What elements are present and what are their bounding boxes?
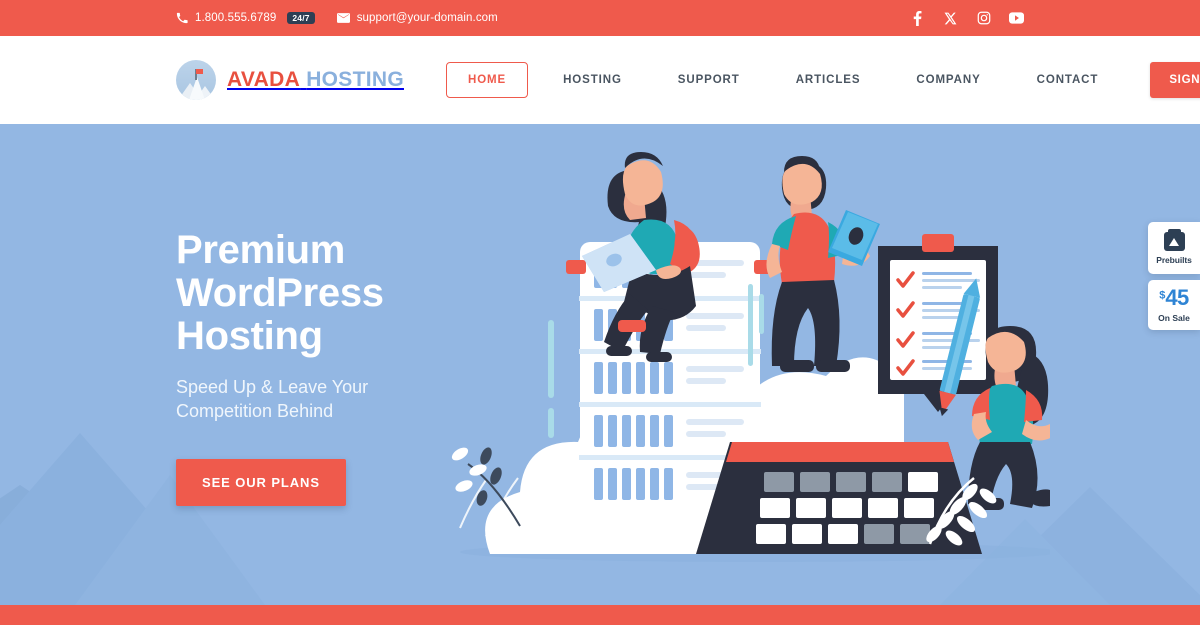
email-address: support@your-domain.com	[356, 12, 498, 24]
on-sale-label: On Sale	[1158, 313, 1190, 323]
calendar-block	[696, 442, 982, 554]
prebuilts-label: Prebuilts	[1156, 255, 1192, 265]
see-our-plans-button[interactable]: SEE OUR PLANS	[176, 459, 346, 506]
hero-heading-line-1: Premium	[176, 228, 346, 272]
nav-item-home[interactable]: HOME	[445, 62, 529, 98]
instagram-icon[interactable]	[976, 11, 991, 26]
hero-subheading: Speed Up & Leave Your Competition Behind	[176, 375, 536, 423]
phone-availability-badge: 24/7	[287, 11, 315, 25]
hero-copy: Premium WordPress Hosting Speed Up & Lea…	[176, 229, 536, 506]
logo-wordmark: AVADA HOSTING	[227, 68, 404, 92]
logo-word-hosting: HOSTING	[306, 68, 404, 91]
social-links	[910, 10, 1024, 26]
prebuilts-bag-icon	[1163, 229, 1185, 251]
top-contact-bar: 1.800.555.6789 24/7 support@your-domain.…	[0, 0, 1200, 36]
nav-item-support[interactable]: SUPPORT	[650, 74, 768, 86]
phone-number: 1.800.555.6789	[195, 12, 277, 24]
sale-price: $45	[1159, 287, 1189, 309]
top-contact-group: 1.800.555.6789 24/7 support@your-domain.…	[176, 11, 498, 25]
hero-heading-line-2: WordPress	[176, 271, 384, 315]
phone-contact[interactable]: 1.800.555.6789 24/7	[176, 11, 315, 25]
man-with-tablet	[766, 156, 880, 372]
prebuilts-widget[interactable]: Prebuilts	[1148, 222, 1200, 274]
page-root: 1.800.555.6789 24/7 support@your-domain.…	[0, 0, 1200, 625]
nav-item-articles[interactable]: ARTICLES	[768, 74, 889, 86]
site-logo[interactable]: AVADA HOSTING	[176, 60, 404, 100]
envelope-icon	[336, 13, 350, 23]
sign-up-button[interactable]: SIGN UP!	[1150, 62, 1200, 98]
nav-item-contact[interactable]: CONTACT	[1009, 74, 1127, 86]
floating-widgets: Prebuilts $45 On Sale	[1148, 222, 1200, 330]
price-amount: 45	[1165, 285, 1189, 310]
clipboard-checklist	[878, 234, 998, 412]
facebook-icon[interactable]	[910, 10, 925, 26]
logo-mountain-globe-icon	[176, 60, 216, 100]
logo-word-avada: AVADA	[227, 68, 301, 91]
hero-subheading-line-1: Speed Up & Leave Your	[176, 377, 369, 397]
phone-icon	[176, 12, 188, 24]
nav-item-company[interactable]: COMPANY	[888, 74, 1008, 86]
youtube-icon[interactable]	[1009, 11, 1024, 26]
hero-subheading-line-2: Competition Behind	[176, 401, 334, 421]
hero-section: Premium WordPress Hosting Speed Up & Lea…	[0, 124, 1200, 605]
site-header: AVADA HOSTING HOME HOSTING SUPPORT ARTIC…	[0, 36, 1200, 124]
bottom-accent-band	[0, 605, 1200, 625]
on-sale-widget[interactable]: $45 On Sale	[1148, 280, 1200, 330]
nav-item-hosting[interactable]: HOSTING	[535, 74, 650, 86]
email-contact[interactable]: support@your-domain.com	[336, 12, 498, 24]
hero-heading-line-3: Hosting	[176, 314, 323, 358]
hero-heading: Premium WordPress Hosting	[176, 229, 536, 358]
main-navigation: HOME HOSTING SUPPORT ARTICLES COMPANY CO…	[445, 62, 1200, 98]
x-twitter-icon[interactable]	[943, 11, 958, 26]
